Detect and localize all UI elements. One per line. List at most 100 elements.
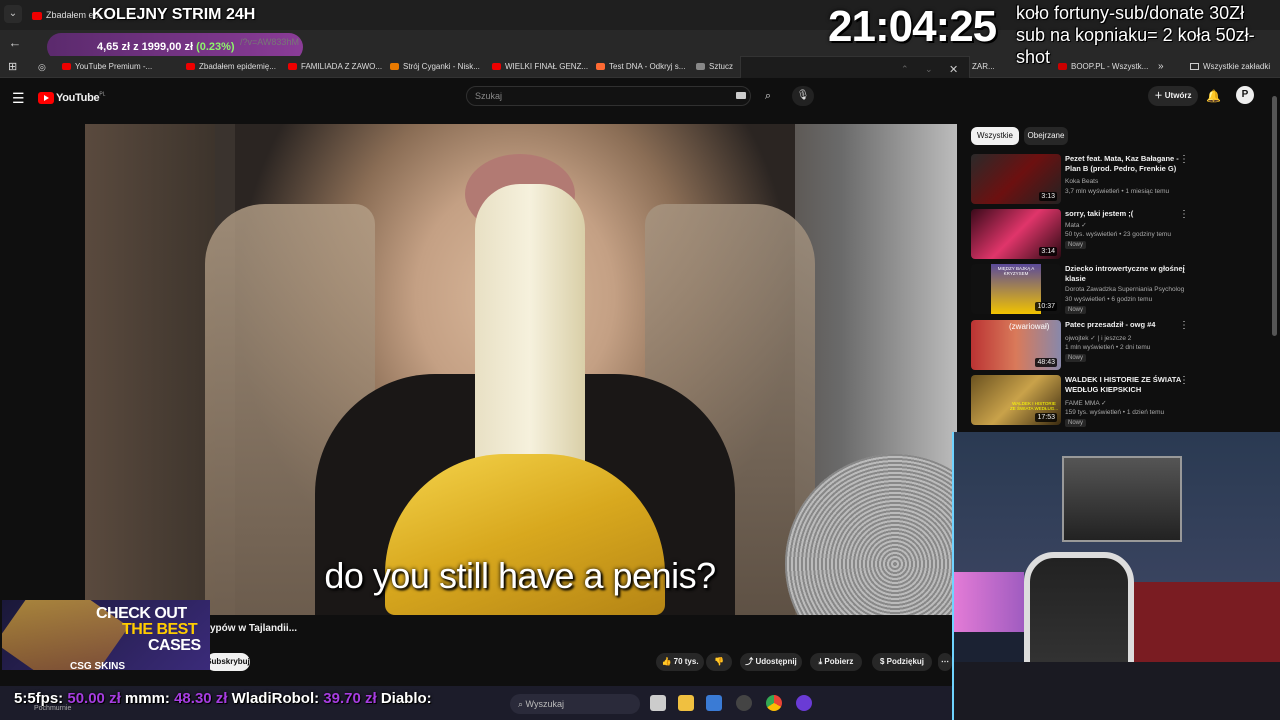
kebab-menu-icon[interactable]: ⋮ [1179,264,1189,275]
back-arrow-icon[interactable]: ← [6,30,24,56]
bookmark-label: FAMILIADA Z ZAWO... [301,62,383,71]
wheel-of-fortune-overlay: koło fortuny-sub/donate 30Zł sub na kopn… [1016,3,1255,67]
video-thumbnail: 3:13 [971,154,1061,204]
find-prev-icon[interactable]: ⌃ [901,64,909,75]
price-main: 4,65 zł z 1999,00 zł [97,41,194,53]
thanks-button[interactable]: $ Podziękuj [872,653,932,671]
thumbs-up-icon: 👍 [661,657,674,666]
url-text[interactable]: /?v=AW833hM [240,37,299,47]
video-caption: do you still have a penis? [324,555,716,596]
kebab-menu-icon[interactable]: ⋮ [1179,154,1189,165]
create-button[interactable]: ＋ Utwórz [1148,86,1198,106]
download-button[interactable]: ⤓ Pobierz [810,653,862,671]
bookmark-item[interactable]: Zbadałem epidemię... [186,58,276,76]
new-badge: Nowy [1065,306,1087,314]
rec-channel: ojwojtek ✓ | i jeszcze 2 [1065,335,1132,342]
video-thumbnail: 3:14 [971,209,1061,259]
video-thumbnail: WALDEK I HISTORIE ZE ŚWIATA WEDŁUG... 17… [971,375,1061,425]
kebab-menu-icon[interactable]: ⋮ [1179,375,1189,386]
notifications-bell-icon[interactable]: 🔔 [1206,86,1221,106]
more-actions-icon[interactable]: ⋯ [938,653,952,671]
bookmark-item[interactable]: ZAR... [972,58,995,76]
kebab-menu-icon[interactable]: ⋮ [1179,320,1189,331]
duration-badge: 3:14 [1039,247,1057,256]
find-close-icon[interactable]: ✕ [949,63,958,76]
rec-channel: Mata ✓ [1065,222,1087,229]
rec-title: Dziecko introwertyczne w głośnej klasie [1065,264,1185,283]
kebab-menu-icon[interactable]: ⋮ [1179,209,1189,220]
duration-badge: 10:37 [1035,302,1057,311]
bookmark-item[interactable]: YouTube Premium -... [62,58,152,76]
new-badge: Nowy [1065,354,1087,362]
hamburger-menu-icon[interactable]: ☰ [12,90,25,107]
scrollbar[interactable] [1272,96,1277,336]
bookmark-item[interactable]: Strój Cyganki - Nisk... [390,58,480,76]
ad-headline-line1: CHECK OUT [96,605,187,622]
file-explorer-icon[interactable] [678,695,694,711]
donation-ticker: 5:5fps: 50.00 zł mmm: 48.30 zł WladiRobo… [14,690,432,707]
verified-icon: ✓ [1090,335,1096,342]
bookmark-label: YouTube Premium -... [75,62,153,71]
pink-light [954,572,1024,632]
rec-channel: Koka Beats [1065,178,1099,185]
rec-title: WALDEK I HISTORIE ZE ŚWIATA WEDŁUG KIEPS… [1065,375,1181,394]
thanks-icon: $ [879,657,887,666]
plus-icon: ＋ [1154,91,1165,100]
ad-headline-line2: THE BEST [122,621,198,638]
tab-title: Zbadałem ep [46,10,99,20]
tab-search-chevron-icon[interactable]: ⌄ [4,5,22,23]
microphone-icon[interactable]: 🎙 [792,86,814,106]
thumb-text: (zwariował) [1009,322,1050,331]
taskbar-search-input[interactable]: ⌕ Wyszukaj [510,694,640,714]
apps-grid-icon[interactable]: ⊞ [8,58,17,76]
search-icon[interactable]: ⌕ [754,86,782,106]
video-player[interactable] [85,124,957,615]
dislike-button[interactable]: 👎 [706,653,732,671]
rec-meta: 3,7 mln wyświetleń • 1 miesiąc temu [1065,188,1170,195]
video-title: ypów w Tajlandii... [210,623,298,634]
weather-label: Pochmurnie [34,705,72,712]
youtube-search-input[interactable]: Szukaj [466,86,751,106]
youtube-icon [186,63,195,71]
obs-icon[interactable] [796,695,812,711]
recommendation-item[interactable]: MIĘDZY BAJKĄ A KRYZYSEM 10:37 Dziecko in… [971,264,1191,316]
bookmark-item[interactable]: Test DNA - Odkryj s... [596,58,685,76]
history-icon[interactable]: ◎ [38,58,46,76]
keyboard-icon[interactable] [736,92,746,99]
avatar[interactable]: P [1236,86,1254,104]
duration-badge: 17:53 [1035,413,1057,422]
find-next-icon[interactable]: ⌄ [925,64,933,75]
like-button[interactable]: 👍 70 tys. [656,653,704,671]
chip-all[interactable]: Wszystkie [971,127,1019,145]
recommendation-item[interactable]: WALDEK I HISTORIE ZE ŚWIATA WEDŁUG... 17… [971,375,1191,427]
bookmark-item[interactable]: WIELKI FINAŁ GENZ... [492,58,588,76]
duration-badge: 3:13 [1039,192,1057,201]
chrome-icon[interactable] [766,695,782,711]
new-badge: Nowy [1065,419,1087,427]
youtube-logo[interactable]: YouTubePL [38,89,105,104]
red-couch [1134,582,1280,662]
task-view-icon[interactable] [650,695,666,711]
shop-icon [390,63,399,71]
bookmark-item[interactable]: Sztucz [696,58,733,76]
store-icon[interactable] [706,695,722,711]
share-button[interactable]: ⤴ Udostępnij [740,653,802,671]
desk [954,662,1280,720]
subscribe-button[interactable]: Subskrybuj [206,653,250,671]
donation-amount: 50.00 zł [67,690,121,707]
webcam-feed [952,432,1280,720]
recommendation-item[interactable]: 3:14 sorry, taki jestem ;( Mata ✓ 50 tys… [971,209,1191,261]
wall-poster [1062,456,1182,542]
thumb-text: MIĘDZY BAJKĄ A KRYZYSEM [997,266,1035,276]
recommendation-item[interactable]: (zwariował) 48:43 Patec przesadził - owg… [971,320,1191,372]
new-badge: Nowy [1065,241,1087,249]
recommendation-item[interactable]: 3:13 Pezet feat. Mata, Kaz Bałagane - Pl… [971,154,1191,206]
stream-title-overlay: KOLEJNY STRIM 24H [92,6,256,23]
chip-watched[interactable]: Obejrzane [1024,127,1068,145]
bookmark-item[interactable]: FAMILIADA Z ZAWO... [288,58,382,76]
price-change: (0.23%) [196,41,235,53]
ad-headline-line3: CASES [148,637,201,654]
ad-logo: CSG SKINS [70,661,126,672]
app-icon[interactable] [736,695,752,711]
video-thumbnail: (zwariował) 48:43 [971,320,1061,370]
